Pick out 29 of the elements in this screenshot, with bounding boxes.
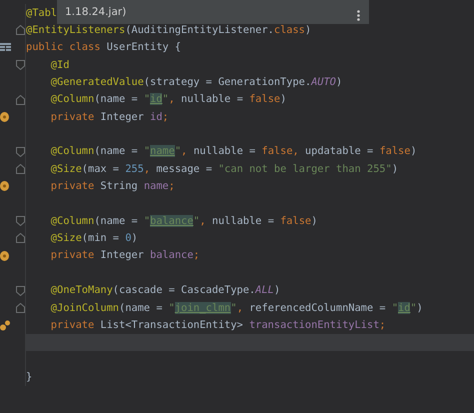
code-line: private Integer balance; <box>50 248 200 264</box>
code-line: @Size(min = 0) <box>50 231 138 246</box>
code-line: @GeneratedValue(strategy = GenerationType.AUTO) <box>50 75 342 90</box>
more-icon[interactable] <box>357 10 360 20</box>
code-line: private Integer id; <box>50 110 169 125</box>
dot-icon[interactable] <box>0 181 9 192</box>
fold-marker-icon[interactable] <box>16 216 25 226</box>
code-line: @Id <box>50 58 70 73</box>
dot-icon[interactable] <box>0 250 9 261</box>
dot-icon[interactable] <box>0 112 9 122</box>
fold-marker-icon[interactable] <box>16 25 25 36</box>
code-line: private String name; <box>50 179 175 194</box>
fold-marker-icon[interactable] <box>16 302 25 313</box>
code-line: private List<TransactionEntity> transactionEntityList; <box>50 318 386 333</box>
fold-marker-icon[interactable] <box>16 94 25 105</box>
tooltip-text: 1.18.24.jar) <box>65 6 126 18</box>
code-line: @OneToMany(cascade = CascadeType.ALL) <box>50 283 280 298</box>
fold-marker-icon[interactable] <box>16 146 25 157</box>
code-line: @Size(max = 255, message = "can not be larger than 255") <box>50 162 398 177</box>
fold-marker-icon[interactable] <box>16 233 25 244</box>
code-line: public class UserEntity { <box>26 40 181 56</box>
code-line: @EntityListeners(AuditingEntityListener.class) <box>26 23 312 38</box>
fold-marker-icon[interactable] <box>16 60 25 70</box>
fold-marker-icon[interactable] <box>16 164 25 174</box>
linked-dots-icon[interactable] <box>0 320 10 332</box>
code-line: @Tabl <box>26 6 57 21</box>
table-icon[interactable] <box>0 42 11 53</box>
fold-marker-icon[interactable] <box>16 286 25 296</box>
code-line: } <box>26 370 32 385</box>
